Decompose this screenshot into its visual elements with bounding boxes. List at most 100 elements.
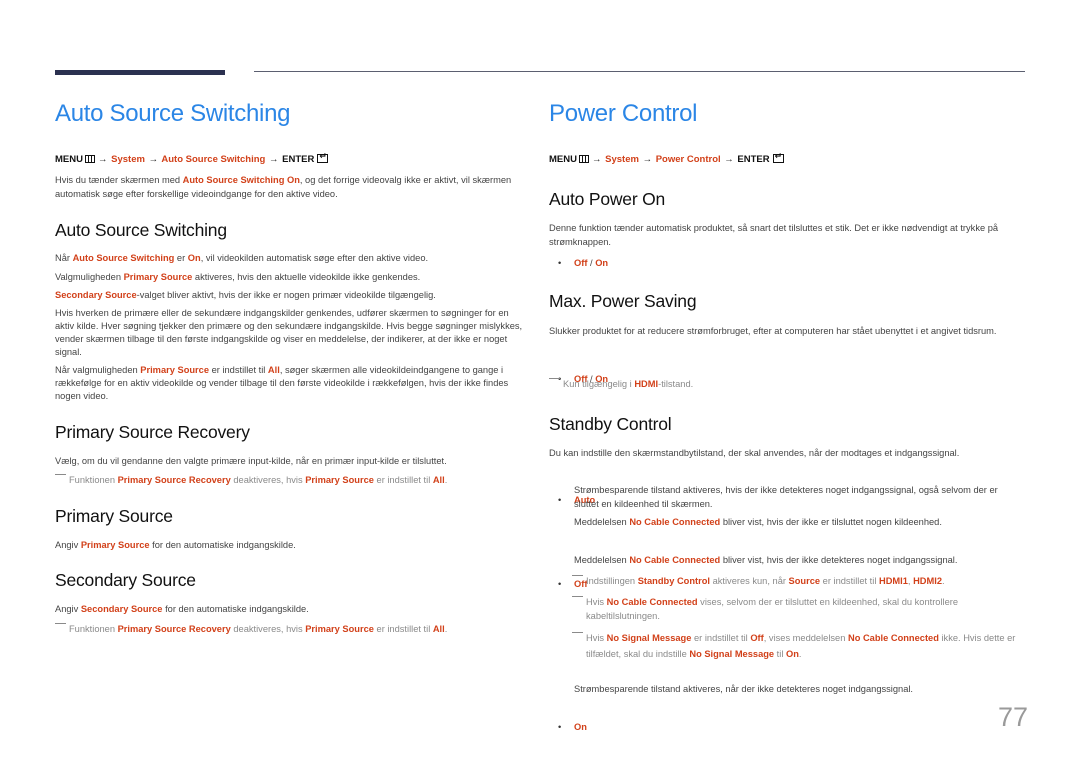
note-dash-icon bbox=[572, 575, 583, 576]
paragraph: Denne funktion tænder automatisk produkt… bbox=[549, 223, 999, 247]
arrow: → bbox=[724, 154, 734, 165]
paragraph: Secondary Source-valget bliver aktivt, h… bbox=[55, 289, 525, 303]
text: Meddelelsen bbox=[574, 517, 630, 527]
right-column: Power Control MENU → System → Power Contr… bbox=[549, 0, 1029, 732]
text: for den automatiske indgangskilde. bbox=[149, 540, 296, 550]
text: Angiv bbox=[55, 604, 81, 614]
term: On bbox=[187, 253, 201, 263]
term: Primary Source Recovery bbox=[117, 624, 231, 634]
page-title-auto-source-switching: Auto Source Switching bbox=[55, 100, 291, 127]
text: er bbox=[174, 253, 188, 263]
paragraph: Angiv Primary Source for den automatiske… bbox=[55, 539, 525, 553]
heading-auto-source-switching: Auto Source Switching bbox=[55, 220, 227, 240]
note: Funktionen Primary Source Recovery deakt… bbox=[55, 474, 539, 488]
text: aktiveres kun, når bbox=[710, 576, 789, 586]
term: Primary Source Recovery bbox=[117, 475, 231, 485]
enter-icon bbox=[772, 151, 784, 163]
enter-label: ENTER bbox=[282, 154, 315, 165]
text: . bbox=[444, 475, 448, 485]
text: -valget bliver aktivt, hvis der ikke er … bbox=[136, 290, 436, 300]
text: er indstillet til bbox=[691, 633, 751, 643]
note-dash-icon bbox=[572, 632, 583, 633]
text: Valgmuligheden bbox=[55, 272, 124, 282]
text: -tilstand. bbox=[658, 379, 694, 389]
term: HDMI2 bbox=[913, 576, 943, 586]
header-rule bbox=[254, 71, 1025, 72]
arrow: → bbox=[148, 154, 159, 165]
text: er indstillet til bbox=[373, 475, 433, 485]
arrow: → bbox=[642, 154, 653, 165]
option-description: Strømbesparende tilstand aktiveres, når … bbox=[574, 684, 914, 694]
bullet-icon: • bbox=[558, 258, 562, 268]
text: Når bbox=[55, 253, 73, 263]
bullet-icon: • bbox=[558, 722, 562, 732]
note: Hvis No Signal Message er indstillet til… bbox=[572, 630, 1026, 662]
option-description: Meddelelsen No Cable Connected bliver vi… bbox=[574, 554, 1024, 568]
text: . bbox=[444, 624, 448, 634]
paragraph: Vælg, om du vil gendanne den valgte prim… bbox=[55, 456, 447, 466]
text: . bbox=[942, 576, 945, 586]
page-title-power-control: Power Control bbox=[549, 100, 698, 127]
menu-label: MENU bbox=[549, 154, 577, 165]
option-on: • On bbox=[549, 721, 1029, 735]
term: No Cable Connected bbox=[629, 517, 721, 527]
note: Indstillingen Standby Control aktiveres … bbox=[572, 575, 1016, 589]
term: Secondary Source bbox=[55, 290, 137, 300]
term: All bbox=[267, 365, 280, 375]
text: . bbox=[798, 649, 802, 659]
note: Kun tilgængelig i HDMI-tilstand. bbox=[549, 378, 1023, 392]
text: Funktionen bbox=[69, 624, 118, 634]
menu-item: Auto Source Switching bbox=[161, 154, 266, 165]
paragraph: Angiv Secondary Source for den automatis… bbox=[55, 603, 525, 617]
paragraph: Du kan indstille den skærmstandbytilstan… bbox=[549, 448, 960, 458]
option-description: Strømbesparende tilstand aktiveres, hvis… bbox=[574, 485, 998, 509]
menu-item: Power Control bbox=[655, 154, 721, 165]
note: Hvis No Cable Connected vises, selvom de… bbox=[572, 596, 1016, 623]
term: Auto Source Switching bbox=[72, 253, 175, 263]
header-bar-accent bbox=[55, 70, 225, 75]
note-dash-icon bbox=[572, 596, 583, 597]
text: bliver vist, hvis der ikke detekteres no… bbox=[720, 555, 958, 565]
text: Kun tilgængelig i bbox=[563, 379, 635, 389]
text: Indstillingen bbox=[586, 576, 638, 586]
term: HDMI1 bbox=[878, 576, 908, 586]
term: No Signal Message bbox=[606, 633, 692, 643]
text: Når valgmuligheden bbox=[55, 365, 141, 375]
heading-standby-control: Standby Control bbox=[549, 414, 672, 434]
enter-label: ENTER bbox=[737, 154, 770, 165]
menu-path: MENU → System → Auto Source Switching → E… bbox=[55, 151, 329, 165]
text: Hvis du tænder skærmen med bbox=[55, 175, 183, 185]
arrow: → bbox=[591, 154, 602, 165]
option-off: Off bbox=[574, 258, 588, 268]
paragraph: Når Auto Source Switching er On, vil vid… bbox=[55, 252, 525, 266]
arrow: → bbox=[97, 154, 108, 165]
heading-primary-source: Primary Source bbox=[55, 506, 173, 526]
term: Primary Source bbox=[140, 365, 210, 375]
intro-paragraph: Hvis du tænder skærmen med Auto Source S… bbox=[55, 174, 515, 201]
note: Funktionen Primary Source Recovery deakt… bbox=[55, 623, 539, 637]
paragraph: Hvis hverken de primære eller de sekundæ… bbox=[55, 308, 523, 357]
note-dash-icon bbox=[55, 474, 66, 475]
options-bullet: •Off / On bbox=[549, 257, 1029, 271]
heading-auto-power-on: Auto Power On bbox=[549, 189, 666, 209]
heading-max-power-saving: Max. Power Saving bbox=[549, 291, 697, 311]
term: Primary Source bbox=[80, 540, 150, 550]
text: Angiv bbox=[55, 540, 81, 550]
term: Standby Control bbox=[637, 576, 710, 586]
term: Primary Source bbox=[123, 272, 193, 282]
option-description: Meddelelsen No Cable Connected bliver vi… bbox=[574, 516, 1024, 530]
term: Auto Source Switching On bbox=[182, 175, 300, 185]
term: HDMI bbox=[634, 379, 659, 389]
text: Meddelelsen bbox=[574, 555, 630, 565]
term: No Cable Connected bbox=[629, 555, 721, 565]
bullet-icon: • bbox=[558, 495, 562, 505]
text: til bbox=[774, 649, 786, 659]
text: for den automatiske indgangskilde. bbox=[162, 604, 309, 614]
term: All bbox=[432, 624, 445, 634]
menu-system: System bbox=[111, 154, 145, 165]
term: No Signal Message bbox=[689, 649, 775, 659]
text: er indstillet til bbox=[820, 576, 879, 586]
arrow: → bbox=[269, 154, 279, 165]
term: On bbox=[785, 649, 799, 659]
paragraph: Når valgmuligheden Primary Source er ind… bbox=[55, 364, 523, 403]
